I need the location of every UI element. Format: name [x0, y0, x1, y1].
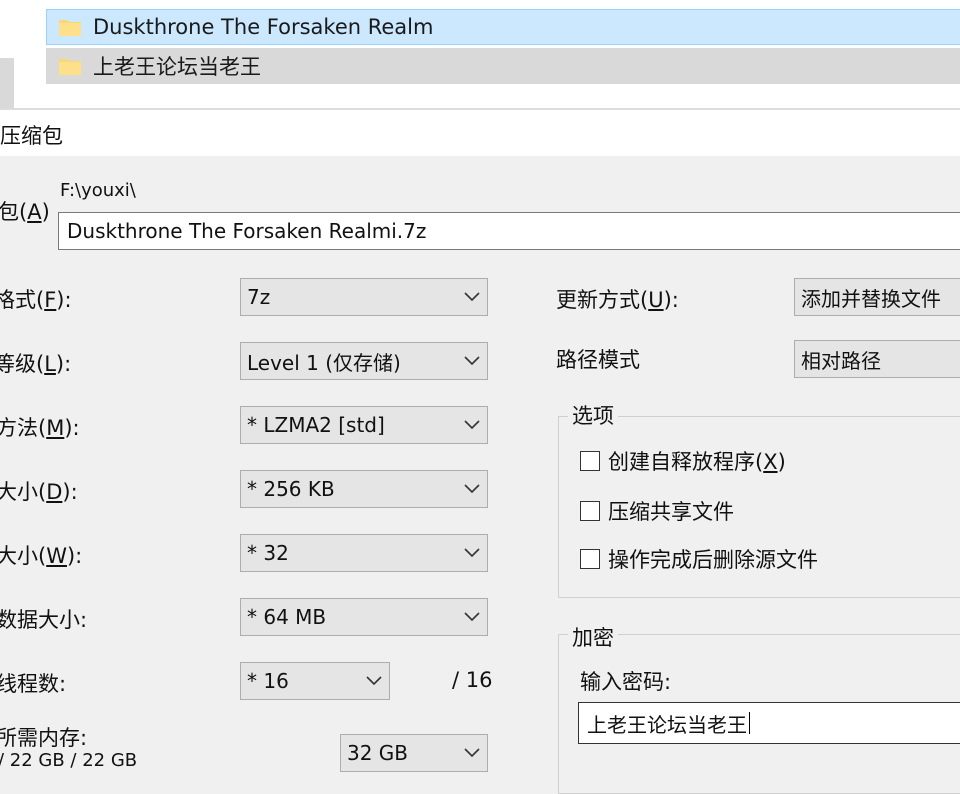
chevron-down-icon — [457, 343, 487, 379]
archive-name-input[interactable]: Duskthrone The Forsaken Realmi.7z — [58, 212, 960, 250]
dictionary-size-label: 大小(D): — [0, 480, 78, 504]
file-row[interactable]: 上老王论坛当老王 — [46, 48, 960, 84]
chevron-down-icon — [457, 535, 487, 571]
chevron-down-icon — [457, 599, 487, 635]
word-size-label: 大小(W): — [0, 544, 83, 568]
delete-after-checkbox[interactable]: 操作完成后删除源文件 — [580, 544, 818, 574]
options-group-title: 选项 — [568, 400, 618, 430]
path-mode-label: 路径模式 — [556, 348, 640, 372]
memory-select[interactable]: 32 GB — [340, 734, 488, 772]
folder-icon — [59, 18, 81, 36]
shared-files-checkbox[interactable]: 压缩共享文件 — [580, 496, 734, 526]
file-list: Duskthrone The Forsaken Realm 上老王论坛当老王 — [0, 0, 960, 110]
checkbox-box[interactable] — [580, 549, 600, 569]
file-name: Duskthrone The Forsaken Realm — [93, 15, 434, 39]
password-label: 输入密码: — [580, 670, 672, 694]
threads-label: 线程数: — [0, 672, 67, 696]
dialog-title-bar: 压缩包 — [0, 110, 960, 156]
chevron-down-icon — [359, 663, 389, 699]
format-select[interactable]: 7z — [240, 278, 488, 316]
update-mode-label: 更新方式(U): — [556, 288, 679, 312]
chevron-down-icon — [457, 279, 487, 315]
dictionary-size-select[interactable]: * 256 KB — [240, 470, 488, 508]
threads-max: / 16 — [452, 668, 493, 692]
password-input[interactable]: 上老王论坛当老王 — [578, 702, 960, 744]
memory-label: 所需内存: — [0, 726, 88, 750]
file-row-selected[interactable]: Duskthrone The Forsaken Realm — [46, 9, 960, 45]
level-label: 等级(L): — [0, 352, 72, 376]
threads-select[interactable]: * 16 — [240, 662, 390, 700]
chevron-down-icon — [457, 471, 487, 507]
solid-block-size-label: 数据大小: — [0, 608, 88, 632]
archive-label: 包(A) — [0, 200, 50, 224]
solid-block-size-select[interactable]: * 64 MB — [240, 598, 488, 636]
chevron-down-icon — [457, 407, 487, 443]
checkbox-box[interactable] — [580, 501, 600, 521]
text-caret — [749, 712, 750, 734]
word-size-select[interactable]: * 32 — [240, 534, 488, 572]
archive-path: F:\youxi\ — [60, 180, 136, 201]
method-select[interactable]: * LZMA2 [std] — [240, 406, 488, 444]
folder-icon — [59, 57, 81, 75]
sfx-checkbox[interactable]: 创建自释放程序(X) — [580, 446, 786, 476]
dialog-title: 压缩包 — [0, 124, 63, 148]
delete-after-checkbox-label: 操作完成后删除源文件 — [608, 548, 818, 572]
memory-usage-text: / 22 GB / 22 GB — [0, 750, 138, 771]
file-name: 上老王论坛当老王 — [93, 55, 261, 79]
chevron-down-icon — [457, 735, 487, 771]
update-mode-select[interactable]: 添加并替换文件 — [794, 278, 960, 316]
encryption-group-title: 加密 — [568, 622, 618, 652]
path-mode-select[interactable]: 相对路径 — [794, 340, 960, 378]
method-label: 方法(M): — [0, 416, 80, 440]
file-list-left-edge — [0, 0, 14, 108]
checkbox-box[interactable] — [580, 451, 600, 471]
shared-files-checkbox-label: 压缩共享文件 — [608, 500, 734, 524]
format-label: 格式(F): — [0, 288, 72, 312]
sfx-checkbox-label: 创建自释放程序(X) — [608, 450, 786, 474]
dialog-body: 包(A) F:\youxi\ Duskthrone The Forsaken R… — [0, 156, 960, 794]
level-select[interactable]: Level 1 (仅存储) — [240, 342, 488, 380]
